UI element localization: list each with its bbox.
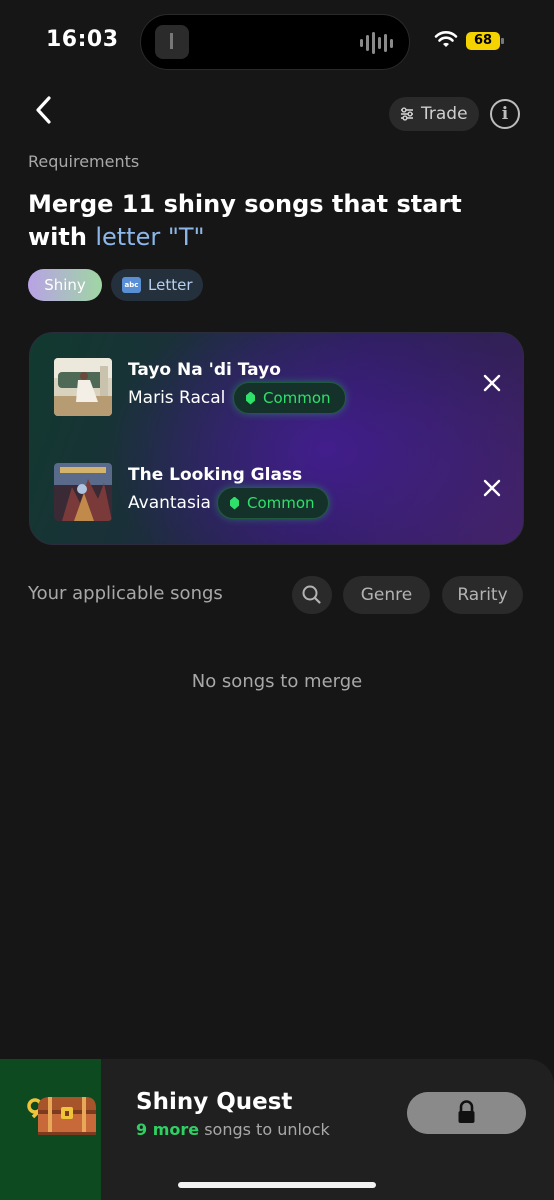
- song-artist: Maris Racal: [128, 388, 226, 408]
- song-title: Tayo Na 'di Tayo: [128, 360, 281, 380]
- locked-unlock-button[interactable]: [407, 1092, 526, 1134]
- abc-icon: abc: [122, 277, 141, 293]
- now-playing-thumbnail: [155, 25, 189, 59]
- letter-chip-label: Letter: [148, 276, 193, 294]
- song-title: The Looking Glass: [128, 465, 303, 485]
- requirement-title: Merge 11 shiny songs that start with let…: [28, 188, 528, 254]
- quest-remaining-count: 9 more: [136, 1120, 200, 1139]
- sliders-icon: [401, 107, 413, 121]
- merge-song-item: The Looking Glass Avantasia Common: [30, 463, 525, 523]
- shiny-chip: Shiny: [28, 269, 102, 301]
- remove-song-button[interactable]: [481, 477, 503, 499]
- rarity-badge: Common: [217, 487, 329, 519]
- quest-panel[interactable]: Shiny Quest 9 more songs to unlock: [0, 1059, 554, 1200]
- treasure-chest-icon: [27, 1097, 96, 1135]
- album-art: [54, 463, 112, 521]
- rarity-filter-button[interactable]: Rarity: [442, 576, 523, 614]
- quest-progress-text: 9 more songs to unlock: [136, 1120, 330, 1139]
- battery-indicator: 68: [466, 32, 504, 50]
- back-button[interactable]: [28, 92, 60, 128]
- requirement-title-main: Merge 11 shiny songs that start with: [28, 190, 462, 251]
- rarity-badge: Common: [233, 382, 346, 414]
- remove-song-button[interactable]: [481, 372, 503, 394]
- info-icon: i: [501, 104, 509, 124]
- quest-chest-tile: [0, 1059, 101, 1200]
- requirements-label: Requirements: [28, 152, 140, 171]
- quest-title: Shiny Quest: [136, 1089, 293, 1115]
- rarity-label: Common: [247, 494, 315, 512]
- rarity-label: Common: [263, 389, 331, 407]
- trade-label: Trade: [421, 104, 468, 124]
- home-indicator[interactable]: [178, 1182, 376, 1188]
- merge-card: Tayo Na 'di Tayo Maris Racal Common The …: [29, 332, 524, 545]
- info-button[interactable]: i: [490, 99, 520, 129]
- empty-state-message: No songs to merge: [191, 671, 363, 692]
- status-bar: 16:03 68: [0, 0, 554, 84]
- wifi-icon: [434, 31, 458, 47]
- search-button[interactable]: [292, 576, 332, 614]
- album-art: [54, 358, 112, 416]
- genre-filter-button[interactable]: Genre: [343, 576, 430, 614]
- gem-icon: [230, 496, 239, 510]
- applicable-songs-label: Your applicable songs: [28, 583, 223, 604]
- song-artist: Avantasia: [128, 493, 211, 513]
- merge-song-item: Tayo Na 'di Tayo Maris Racal Common: [30, 358, 525, 418]
- dynamic-island[interactable]: [140, 14, 410, 70]
- gem-icon: [246, 391, 255, 405]
- letter-chip: abc Letter: [111, 269, 203, 301]
- trade-button[interactable]: Trade: [389, 97, 479, 131]
- quest-remaining-label: songs to unlock: [199, 1120, 330, 1139]
- requirement-title-letter: letter "T": [95, 223, 205, 251]
- status-time: 16:03: [46, 27, 119, 52]
- audio-waveform-icon: [360, 32, 393, 54]
